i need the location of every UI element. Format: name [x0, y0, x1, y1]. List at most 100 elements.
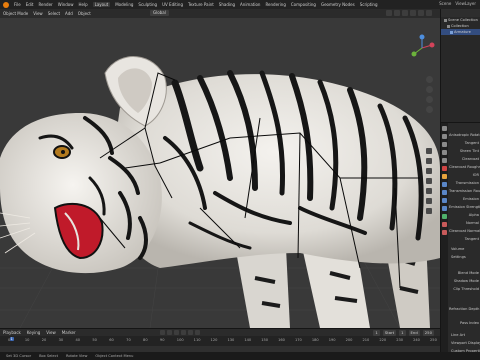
- property-row[interactable]: Anisotropic Rotati: [449, 133, 480, 137]
- property-row[interactable]: Viewport Display: [449, 341, 480, 345]
- annotate-tool-icon[interactable]: [426, 198, 432, 204]
- outliner-row-armature[interactable]: Armature: [441, 29, 480, 35]
- menu-timeline-view[interactable]: View: [46, 330, 56, 335]
- render-tab-icon[interactable]: [442, 134, 447, 139]
- view-layer-tab-icon[interactable]: [442, 150, 447, 155]
- property-row[interactable]: Blend Mode: [449, 271, 480, 275]
- property-row[interactable]: Tangent: [449, 237, 480, 241]
- frame-tick-label: 40: [75, 338, 81, 342]
- modifier-tab-icon[interactable]: [442, 182, 447, 187]
- menu-render[interactable]: Render: [38, 2, 52, 7]
- wireframe-shading-icon[interactable]: [402, 10, 408, 16]
- tab-compositing[interactable]: Compositing: [291, 2, 316, 7]
- property-row[interactable]: Transmission Roughness: [449, 189, 480, 193]
- property-row[interactable]: Clip Threshold: [449, 287, 480, 291]
- scene-tab-icon[interactable]: [442, 158, 447, 163]
- viewport-canvas[interactable]: [0, 18, 440, 328]
- rotate-tool-icon[interactable]: [426, 168, 432, 174]
- property-row[interactable]: Volume: [449, 247, 480, 251]
- property-row[interactable]: Tangent: [449, 141, 480, 145]
- property-row[interactable]: Settings: [449, 255, 480, 259]
- data-tab-icon[interactable]: [442, 214, 447, 219]
- tab-rendering[interactable]: Rendering: [265, 2, 285, 7]
- xray-icon[interactable]: [394, 10, 400, 16]
- property-row[interactable]: IOR: [449, 173, 480, 177]
- tab-shading[interactable]: Shading: [219, 2, 235, 7]
- perspective-toggle-icon[interactable]: [426, 106, 433, 113]
- cursor-tool-icon[interactable]: [426, 148, 432, 154]
- jump-end-icon[interactable]: [195, 330, 200, 335]
- zoom-icon[interactable]: [426, 76, 433, 83]
- menu-marker[interactable]: Marker: [62, 330, 76, 335]
- property-row[interactable]: Refraction Depth: [449, 307, 480, 311]
- tab-texture-paint[interactable]: Texture Paint: [188, 2, 214, 7]
- menu-view[interactable]: View: [33, 11, 43, 16]
- output-tab-icon[interactable]: [442, 142, 447, 147]
- frame-tick-label: 150: [261, 338, 269, 342]
- property-row[interactable]: Emission Strength: [449, 205, 480, 209]
- tab-layout[interactable]: Layout: [92, 2, 111, 7]
- navigation-controls: [426, 76, 436, 116]
- menu-file[interactable]: File: [14, 2, 21, 7]
- world-tab-icon[interactable]: [442, 166, 447, 171]
- menu-object[interactable]: Object: [78, 11, 91, 16]
- scene-name[interactable]: Scene: [439, 1, 451, 6]
- menu-edit[interactable]: Edit: [26, 2, 34, 7]
- constraints-tab-icon[interactable]: [442, 206, 447, 211]
- menu-playback[interactable]: Playback: [3, 330, 21, 335]
- next-key-icon[interactable]: [188, 330, 193, 335]
- tab-geometry-nodes[interactable]: Geometry Nodes: [321, 2, 355, 7]
- menu-select[interactable]: Select: [48, 11, 60, 16]
- move-tool-icon[interactable]: [426, 158, 432, 164]
- tool-tab-icon[interactable]: [442, 126, 447, 131]
- rendered-shading-icon[interactable]: [426, 10, 432, 16]
- property-row[interactable]: Pass Index: [449, 321, 480, 325]
- playhead-frame[interactable]: 1: [9, 337, 14, 341]
- jump-start-icon[interactable]: [160, 330, 165, 335]
- timeline-ruler[interactable]: 0102030405060708090100110120130140150160…: [0, 336, 440, 346]
- property-row[interactable]: Emission: [449, 197, 480, 201]
- menu-window[interactable]: Window: [58, 2, 74, 7]
- camera-view-icon[interactable]: [426, 96, 433, 103]
- particles-tab-icon[interactable]: [442, 190, 447, 195]
- tab-scripting[interactable]: Scripting: [360, 2, 378, 7]
- pan-icon[interactable]: [426, 86, 433, 93]
- material-tab-icon[interactable]: [442, 222, 447, 227]
- measure-tool-icon[interactable]: [426, 208, 432, 214]
- scale-tool-icon[interactable]: [426, 178, 432, 184]
- prev-key-icon[interactable]: [167, 330, 172, 335]
- solid-shading-icon[interactable]: [410, 10, 416, 16]
- tab-sculpting[interactable]: Sculpting: [138, 2, 157, 7]
- property-row[interactable]: Clearcoat Normal: [449, 229, 480, 233]
- property-row[interactable]: Clearcoat Roughness: [449, 165, 480, 169]
- axis-gizmo[interactable]: [408, 34, 436, 62]
- property-row[interactable]: Shadow Mode: [449, 279, 480, 283]
- property-row[interactable]: Normal: [449, 221, 480, 225]
- frame-tick-label: 250: [430, 338, 437, 342]
- menu-add[interactable]: Add: [65, 11, 73, 16]
- property-row[interactable]: Clearcoat: [449, 157, 480, 161]
- property-row[interactable]: Line Art: [449, 333, 480, 337]
- overlay-icon[interactable]: [386, 10, 392, 16]
- menu-keying[interactable]: Keying: [27, 330, 40, 335]
- property-row[interactable]: Alpha: [449, 213, 480, 217]
- 3d-viewport[interactable]: [0, 18, 440, 328]
- tab-animation[interactable]: Animation: [240, 2, 260, 7]
- orientation-dropdown[interactable]: Global: [150, 10, 169, 16]
- tab-uv-editing[interactable]: UV Editing: [162, 2, 183, 7]
- transform-tool-icon[interactable]: [426, 188, 432, 194]
- physics-tab-icon[interactable]: [442, 198, 447, 203]
- blender-logo-icon[interactable]: [3, 1, 9, 8]
- material-shading-icon[interactable]: [418, 10, 424, 16]
- tab-modeling[interactable]: Modeling: [115, 2, 133, 7]
- play-icon[interactable]: [181, 330, 186, 335]
- view-layer-name[interactable]: ViewLayer: [455, 1, 476, 6]
- status-bar: Set 3D Cursor Box Select Rotate View Obj…: [0, 352, 480, 360]
- property-row[interactable]: Sheen Tint: [449, 149, 480, 153]
- property-row[interactable]: Transmission: [449, 181, 480, 185]
- play-reverse-icon[interactable]: [174, 330, 179, 335]
- menu-help[interactable]: Help: [78, 2, 87, 7]
- mode-selector[interactable]: Object Mode: [3, 11, 28, 16]
- object-tab-icon[interactable]: [442, 174, 447, 179]
- texture-tab-icon[interactable]: [442, 230, 447, 235]
